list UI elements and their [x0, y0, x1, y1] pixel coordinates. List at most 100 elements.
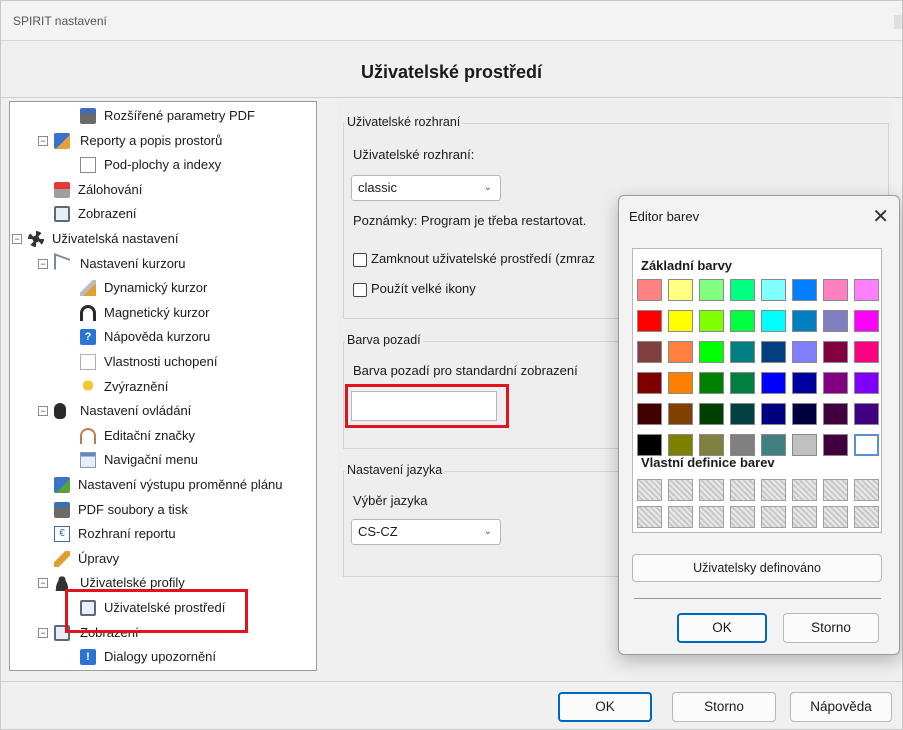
tree-item[interactable]: Navigační menu — [10, 448, 316, 472]
basic-color-swatch[interactable] — [792, 279, 817, 301]
basic-color-swatch[interactable] — [823, 341, 848, 363]
tree-item[interactable]: − Nastavení ovládání — [10, 399, 316, 423]
basic-color-swatch[interactable] — [730, 341, 755, 363]
settings-tree[interactable]: Rozšířené parametry PDF − Reporty a popis … — [9, 101, 317, 671]
tree-item[interactable]: Vlastnosti uchopení — [10, 350, 316, 374]
custom-color-swatch[interactable] — [792, 506, 817, 528]
custom-color-swatch[interactable] — [637, 479, 662, 501]
collapse-icon[interactable]: − — [38, 578, 48, 589]
tree-item[interactable]: Zobrazení — [10, 202, 316, 226]
tree-item[interactable]: ! Dialogy upozornění — [10, 645, 316, 669]
basic-color-swatch[interactable] — [637, 372, 662, 394]
ui-select[interactable]: classic ⌄ — [351, 175, 501, 201]
collapse-icon[interactable]: − — [38, 627, 48, 638]
basic-color-swatch[interactable] — [730, 372, 755, 394]
basic-color-swatch[interactable] — [761, 434, 786, 456]
basic-color-swatch[interactable] — [637, 434, 662, 456]
language-select[interactable]: CS-CZ ⌄ — [351, 519, 501, 545]
cancel-button[interactable]: Storno — [672, 692, 776, 722]
help-button[interactable]: Nápověda — [790, 692, 892, 722]
dialog-ok-button[interactable]: OK — [677, 613, 767, 643]
basic-color-swatch[interactable] — [730, 403, 755, 425]
tree-item[interactable]: € Rozhraní reportu — [10, 522, 316, 546]
tree-item[interactable]: Editační značky — [10, 424, 316, 448]
basic-color-swatch[interactable] — [854, 434, 879, 456]
tree-item[interactable]: − Reporty a popis prostorů — [10, 129, 316, 153]
tree-item[interactable]: ? Nápověda kurzoru — [10, 325, 316, 349]
basic-color-swatch[interactable] — [792, 372, 817, 394]
basic-color-swatch[interactable] — [668, 403, 693, 425]
basic-color-swatch[interactable] — [730, 279, 755, 301]
basic-color-swatch[interactable] — [668, 310, 693, 332]
basic-color-swatch[interactable] — [637, 279, 662, 301]
custom-color-swatch[interactable] — [637, 506, 662, 528]
basic-color-swatch[interactable] — [699, 341, 724, 363]
custom-color-swatch[interactable] — [761, 479, 786, 501]
tree-item[interactable]: Pod-plochy a indexy — [10, 153, 316, 177]
close-icon[interactable]: ✕ — [872, 204, 889, 229]
custom-color-swatch[interactable] — [699, 506, 724, 528]
basic-color-swatch[interactable] — [637, 341, 662, 363]
basic-color-swatch[interactable] — [761, 372, 786, 394]
collapse-icon[interactable]: − — [38, 258, 48, 269]
tree-item[interactable]: Nastavení výstupu proměnné plánu — [10, 473, 316, 497]
basic-color-swatch[interactable] — [792, 341, 817, 363]
basic-color-swatch[interactable] — [668, 434, 693, 456]
collapse-icon[interactable]: − — [12, 234, 22, 244]
basic-color-swatch[interactable] — [761, 310, 786, 332]
basic-color-swatch[interactable] — [668, 372, 693, 394]
basic-color-swatch[interactable] — [668, 279, 693, 301]
basic-color-swatch[interactable] — [699, 310, 724, 332]
basic-color-swatch[interactable] — [854, 310, 879, 332]
custom-color-swatch[interactable] — [854, 506, 879, 528]
dialog-cancel-button[interactable]: Storno — [783, 613, 879, 643]
custom-color-swatch[interactable] — [823, 506, 848, 528]
tree-item[interactable]: Magnetický kurzor — [10, 301, 316, 325]
custom-color-swatch[interactable] — [792, 479, 817, 501]
basic-color-swatch[interactable] — [792, 310, 817, 332]
custom-color-swatch[interactable] — [823, 479, 848, 501]
basic-color-swatch[interactable] — [730, 434, 755, 456]
basic-color-swatch[interactable] — [699, 403, 724, 425]
basic-color-swatch[interactable] — [854, 403, 879, 425]
basic-color-swatch[interactable] — [730, 310, 755, 332]
basic-color-swatch[interactable] — [699, 279, 724, 301]
collapse-icon[interactable]: − — [38, 406, 48, 417]
close-icon[interactable] — [894, 15, 902, 29]
custom-color-swatch[interactable] — [730, 479, 755, 501]
basic-color-swatch[interactable] — [792, 434, 817, 456]
basic-color-swatch[interactable] — [637, 403, 662, 425]
tree-item[interactable]: Zálohování — [10, 178, 316, 202]
tree-item[interactable]: − Uživatelská nastavení — [10, 227, 316, 251]
basic-color-swatch[interactable] — [761, 403, 786, 425]
basic-color-swatch[interactable] — [854, 341, 879, 363]
basic-color-swatch[interactable] — [854, 279, 879, 301]
custom-color-swatch[interactable] — [761, 506, 786, 528]
basic-color-swatch[interactable] — [823, 434, 848, 456]
define-custom-color-button[interactable]: Uživatelsky definováno — [632, 554, 882, 582]
basic-color-swatch[interactable] — [761, 341, 786, 363]
basic-color-swatch[interactable] — [761, 279, 786, 301]
basic-color-swatch[interactable] — [637, 310, 662, 332]
custom-color-swatch[interactable] — [668, 479, 693, 501]
tree-item[interactable]: Dynamický kurzor — [10, 276, 316, 300]
basic-color-swatch[interactable] — [699, 372, 724, 394]
custom-color-swatch[interactable] — [699, 479, 724, 501]
big-icons-checkbox[interactable] — [353, 283, 367, 297]
basic-color-swatch[interactable] — [823, 279, 848, 301]
basic-color-swatch[interactable] — [823, 310, 848, 332]
basic-color-swatch[interactable] — [699, 434, 724, 456]
basic-color-swatch[interactable] — [823, 372, 848, 394]
basic-color-swatch[interactable] — [854, 372, 879, 394]
tree-item[interactable]: Zvýraznění — [10, 375, 316, 399]
tree-item[interactable]: Rozšířené parametry PDF — [10, 104, 316, 128]
basic-color-swatch[interactable] — [792, 403, 817, 425]
custom-color-swatch[interactable] — [730, 506, 755, 528]
tree-item[interactable]: PDF soubory a tisk — [10, 498, 316, 522]
custom-color-swatch[interactable] — [668, 506, 693, 528]
tree-item[interactable]: Úpravy — [10, 547, 316, 571]
basic-color-swatch[interactable] — [823, 403, 848, 425]
lock-ui-checkbox[interactable] — [353, 253, 367, 267]
basic-color-swatch[interactable] — [668, 341, 693, 363]
custom-color-swatch[interactable] — [854, 479, 879, 501]
